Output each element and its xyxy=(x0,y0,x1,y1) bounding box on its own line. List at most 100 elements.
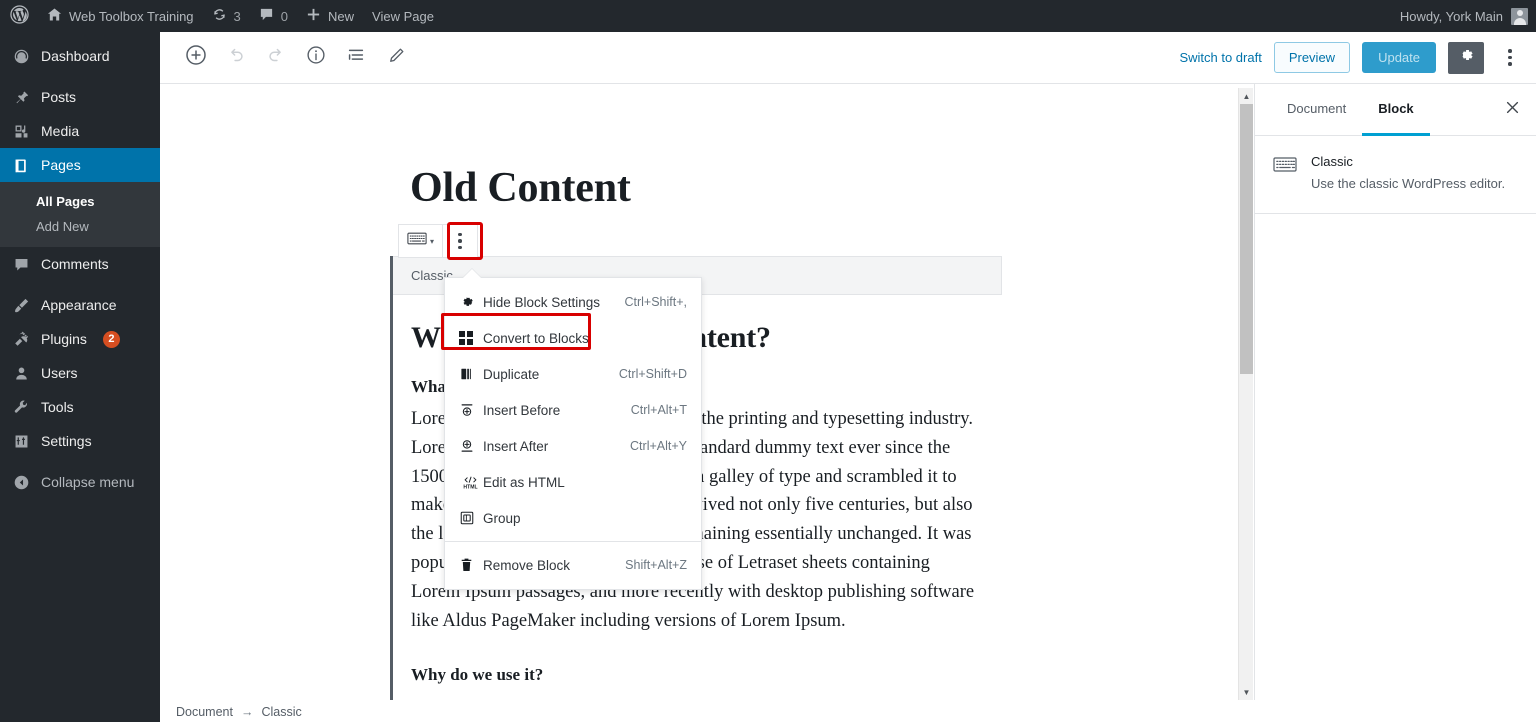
info-circle-icon xyxy=(305,44,327,71)
preview-button[interactable]: Preview xyxy=(1273,42,1351,73)
sidebar-item-label: Collapse menu xyxy=(41,474,135,490)
view-page-label: View Page xyxy=(372,8,434,24)
admin-bar-new-button[interactable]: New xyxy=(297,0,363,32)
sidebar-item-label: Plugins xyxy=(41,331,87,347)
sidebar-item-label: Comments xyxy=(41,256,109,272)
updates-count: 3 xyxy=(233,8,241,24)
admin-bar-updates[interactable]: 3 xyxy=(203,0,250,32)
settings-sidebar-tabs: Document Block xyxy=(1255,84,1536,136)
sidebar-item-plugins[interactable]: Plugins 2 xyxy=(0,322,160,356)
comment-icon xyxy=(11,256,31,273)
undo-button[interactable] xyxy=(218,40,254,76)
menu-item-hide-block-settings[interactable]: Hide Block Settings Ctrl+Shift+, xyxy=(445,284,701,320)
menu-item-duplicate[interactable]: Duplicate Ctrl+Shift+D xyxy=(445,356,701,392)
user-icon xyxy=(11,365,31,382)
breadcrumb-document[interactable]: Document xyxy=(176,705,233,719)
submenu-item-add-new[interactable]: Add New xyxy=(0,214,160,239)
menu-item-label: Insert Before xyxy=(483,402,561,418)
svg-text:HTML: HTML xyxy=(463,484,477,490)
block-info-title: Classic xyxy=(1311,154,1353,169)
more-vertical-icon xyxy=(458,232,462,250)
menu-item-insert-after[interactable]: Insert After Ctrl+Alt+Y xyxy=(445,428,701,464)
editor-header-actions: Switch to draft Preview Update xyxy=(1179,41,1524,74)
keyboard-icon xyxy=(1273,156,1297,193)
tab-document[interactable]: Document xyxy=(1271,84,1362,136)
plus-circle-icon xyxy=(184,43,208,72)
insert-after-icon xyxy=(459,438,481,454)
admin-bar-view-page[interactable]: View Page xyxy=(363,0,443,32)
block-info-description: Use the classic WordPress editor. xyxy=(1311,176,1506,191)
content-info-button[interactable] xyxy=(298,40,334,76)
tab-block[interactable]: Block xyxy=(1362,84,1430,136)
list-view-icon xyxy=(345,44,367,71)
menu-item-remove-block[interactable]: Remove Block Shift+Alt+Z xyxy=(445,547,701,583)
sidebar-item-pages[interactable]: Pages xyxy=(0,148,160,182)
chevron-down-icon: ▾ xyxy=(430,236,435,246)
gear-icon xyxy=(1457,46,1475,69)
menu-spacer-top xyxy=(0,32,160,39)
sidebar-item-users[interactable]: Users xyxy=(0,356,160,390)
sidebar-item-tools[interactable]: Tools xyxy=(0,390,160,424)
more-vertical-icon xyxy=(1508,49,1512,66)
admin-bar-account[interactable]: Howdy, York Main xyxy=(1399,7,1536,25)
sidebar-item-collapse-menu[interactable]: Collapse menu xyxy=(0,465,160,499)
settings-sidebar: Document Block Classic Use the classic W… xyxy=(1254,84,1536,700)
sidebar-item-media[interactable]: Media xyxy=(0,114,160,148)
sidebar-item-dashboard[interactable]: Dashboard xyxy=(0,39,160,73)
settings-toggle-button[interactable] xyxy=(1448,41,1484,74)
brush-icon xyxy=(11,297,31,314)
admin-bar-site-name[interactable]: Web Toolbox Training xyxy=(38,0,203,32)
more-tools-options-button[interactable] xyxy=(1496,42,1524,74)
editor-header: Switch to draft Preview Update xyxy=(160,32,1536,84)
menu-item-shortcut: Ctrl+Alt+T xyxy=(630,403,687,417)
list-view-button[interactable] xyxy=(338,40,374,76)
plugins-update-badge: 2 xyxy=(102,330,120,348)
pin-icon xyxy=(11,89,31,106)
breadcrumb-separator: → xyxy=(240,704,254,719)
sidebar-item-settings[interactable]: Settings xyxy=(0,424,160,458)
menu-spacer-2 xyxy=(0,281,160,288)
block-type-switcher-button[interactable]: ▾ xyxy=(399,225,444,257)
breadcrumb-block[interactable]: Classic xyxy=(261,705,301,719)
menu-item-label: Duplicate xyxy=(483,366,540,382)
blocks-grid-icon xyxy=(459,331,481,345)
sidebar-item-label: Media xyxy=(41,123,80,139)
menu-divider xyxy=(445,541,701,542)
edit-mode-button[interactable] xyxy=(378,40,414,76)
menu-item-edit-as-html[interactable]: HTML Edit as HTML xyxy=(445,464,701,500)
admin-bar-comments[interactable]: 0 xyxy=(250,0,297,32)
dashboard-icon xyxy=(11,48,31,65)
pencil-icon xyxy=(386,45,407,71)
scroll-down-arrow-icon[interactable]: ▼ xyxy=(1239,684,1254,700)
page-title[interactable]: Old Content xyxy=(410,164,1010,212)
wordpress-logo-button[interactable] xyxy=(0,0,38,32)
insert-before-icon xyxy=(459,402,481,418)
menu-item-insert-before[interactable]: Insert Before Ctrl+Alt+T xyxy=(445,392,701,428)
sidebar-item-appearance[interactable]: Appearance xyxy=(0,288,160,322)
media-icon xyxy=(11,123,31,140)
scroll-up-arrow-icon[interactable]: ▲ xyxy=(1239,88,1254,104)
update-button[interactable]: Update xyxy=(1362,42,1436,73)
collapse-icon xyxy=(11,474,31,491)
redo-button[interactable] xyxy=(258,40,294,76)
site-name-label: Web Toolbox Training xyxy=(69,8,194,24)
menu-item-group[interactable]: Group xyxy=(445,500,701,536)
menu-item-shortcut: Shift+Alt+Z xyxy=(625,558,687,572)
close-sidebar-button[interactable] xyxy=(1488,84,1536,135)
switch-to-draft-button[interactable]: Switch to draft xyxy=(1179,50,1261,65)
add-block-button[interactable] xyxy=(178,40,214,76)
sidebar-item-label: Users xyxy=(41,365,78,381)
submenu-item-all-pages[interactable]: All Pages xyxy=(0,189,160,214)
updates-icon xyxy=(212,7,227,25)
breadcrumb: Document → Classic xyxy=(160,700,1536,722)
gear-icon xyxy=(459,294,481,310)
howdy-label: Howdy, York Main xyxy=(1399,8,1503,24)
scrollbar-thumb[interactable] xyxy=(1240,104,1253,374)
sidebar-item-posts[interactable]: Posts xyxy=(0,80,160,114)
home-icon xyxy=(47,7,62,25)
sidebar-item-comments[interactable]: Comments xyxy=(0,247,160,281)
block-more-options-button[interactable] xyxy=(443,225,477,257)
editor-scrollbar[interactable]: ▲ ▼ xyxy=(1238,88,1253,700)
menu-item-convert-to-blocks[interactable]: Convert to Blocks xyxy=(445,320,701,356)
wordpress-logo-icon xyxy=(10,5,29,27)
